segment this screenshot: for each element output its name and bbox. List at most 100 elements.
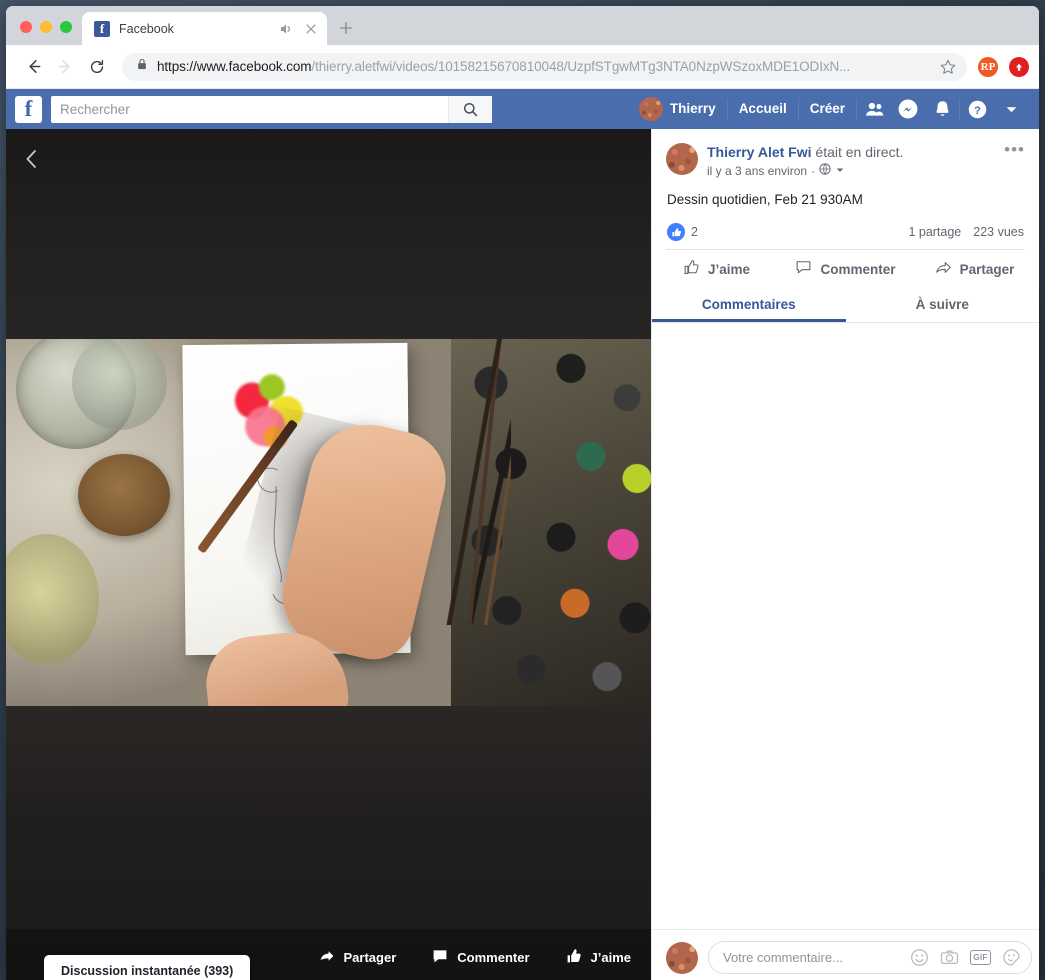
- post-meta: Thierry Alet Fwi était en direct. il y a…: [707, 143, 987, 178]
- address-bar-path: /thierry.aletfwi/videos/1015821567081004…: [311, 59, 851, 74]
- post-action-row: J’aime Commenter Partager: [652, 250, 1039, 288]
- post-subline: il y a 3 ans environ ·: [707, 163, 987, 178]
- ellipsis-icon[interactable]: •••: [996, 141, 1025, 178]
- tab-commentaires[interactable]: Commentaires: [652, 288, 846, 322]
- window-close-button[interactable]: [20, 21, 32, 33]
- back-button[interactable]: [18, 52, 48, 82]
- avatar: [638, 97, 663, 121]
- friend-requests-icon[interactable]: [857, 96, 891, 122]
- post-header: Thierry Alet Fwi était en direct. il y a…: [652, 129, 1039, 178]
- post-like-label: J’aime: [707, 261, 751, 277]
- search-input[interactable]: [51, 95, 448, 123]
- post-tabs: Commentaires À suivre: [652, 288, 1039, 323]
- address-bar[interactable]: https://www.facebook.com/thierry.aletfwi…: [122, 52, 967, 81]
- facebook-logo-icon[interactable]: f: [15, 95, 42, 123]
- window-traffic-lights: [6, 21, 82, 45]
- avatar: [666, 941, 698, 974]
- comment-input[interactable]: [723, 950, 899, 965]
- thumbs-up-icon: [566, 948, 582, 967]
- nav-create[interactable]: Créer: [799, 96, 856, 122]
- nav-profile-label: Thierry: [669, 101, 716, 116]
- facebook-f-icon: f: [94, 20, 110, 37]
- sticker-icon[interactable]: [1002, 948, 1021, 967]
- view-count: 223 vues: [973, 225, 1024, 239]
- browser-toolbar: https://www.facebook.com/thierry.aletfwi…: [6, 45, 1039, 89]
- video-comment-button[interactable]: Commenter: [432, 948, 530, 967]
- gif-icon[interactable]: GIF: [970, 950, 991, 965]
- window-minimize-button[interactable]: [40, 21, 52, 33]
- post-engagement: 2 1 partage 223 vues: [652, 209, 1039, 249]
- facebook-navbar: f Thierry Accueil Créer: [6, 89, 1039, 129]
- post-comment-button[interactable]: Commenter: [781, 259, 910, 279]
- new-tab-button[interactable]: [331, 13, 361, 43]
- browser-tab-strip: f Facebook: [6, 6, 1039, 45]
- video-letterbox-top: [6, 129, 651, 339]
- svg-text:?: ?: [974, 104, 981, 116]
- post-like-button[interactable]: J’aime: [652, 259, 781, 279]
- window-zoom-button[interactable]: [60, 21, 72, 33]
- browser-tab[interactable]: f Facebook: [82, 12, 327, 45]
- post-sidebar: Thierry Alet Fwi était en direct. il y a…: [651, 129, 1039, 980]
- post-separator: ·: [811, 163, 816, 178]
- page-content: Partager Commenter J’aime Discussion ins…: [6, 129, 1039, 980]
- post-counts: 1 partage 223 vues: [908, 225, 1024, 239]
- lock-icon: [136, 57, 148, 76]
- forward-button[interactable]: [50, 52, 80, 82]
- post-author[interactable]: Thierry Alet Fwi: [707, 144, 812, 160]
- chat-popup-title: Discussion instantanée (393): [61, 964, 234, 978]
- facebook-search[interactable]: [51, 95, 492, 123]
- post-timestamp[interactable]: il y a 3 ans environ: [707, 164, 807, 178]
- browser-window: f Facebook https://www.facebook.com/thie…: [6, 6, 1039, 980]
- post-byline: Thierry Alet Fwi était en direct.: [707, 143, 987, 161]
- search-icon[interactable]: [448, 95, 492, 123]
- globe-icon: [819, 163, 831, 178]
- share-count[interactable]: 1 partage: [908, 225, 961, 239]
- extension-rp-icon[interactable]: RP: [978, 56, 998, 77]
- comment-bubble-outline-icon: [795, 259, 812, 279]
- video-player[interactable]: Partager Commenter J’aime Discussion ins…: [6, 129, 651, 980]
- browser-tab-title: Facebook: [119, 21, 174, 36]
- facebook-nav-right: Thierry Accueil Créer ?: [628, 96, 1030, 122]
- video-frame: [6, 339, 651, 706]
- post-action-text: était en direct.: [815, 144, 904, 160]
- video-scene: [6, 339, 651, 706]
- nav-profile[interactable]: Thierry: [628, 96, 727, 122]
- camera-icon[interactable]: [940, 948, 959, 967]
- comment-composer: GIF: [652, 929, 1039, 980]
- reaction-count[interactable]: 2: [691, 225, 698, 239]
- notifications-icon[interactable]: [925, 96, 959, 122]
- address-bar-scheme: https://www.facebook.com: [157, 59, 312, 74]
- bookmark-star-icon[interactable]: [939, 58, 957, 76]
- chevron-down-icon[interactable]: [835, 164, 845, 178]
- nav-home[interactable]: Accueil: [728, 96, 798, 122]
- help-icon[interactable]: ?: [960, 96, 994, 122]
- post-share-label: Partager: [959, 261, 1015, 277]
- share-arrow-icon: [319, 948, 335, 967]
- chat-popup[interactable]: Discussion instantanée (393): [44, 955, 250, 980]
- post-message: Dessin quotidien, Feb 21 930AM: [667, 192, 863, 207]
- video-share-label: Partager: [343, 949, 397, 965]
- thumbs-up-outline-icon: [683, 259, 700, 279]
- post-share-button[interactable]: Partager: [910, 259, 1039, 279]
- emoji-icon[interactable]: [910, 948, 929, 967]
- share-arrow-outline-icon: [935, 259, 952, 279]
- avatar[interactable]: [666, 143, 698, 175]
- chevron-left-icon[interactable]: [18, 145, 46, 173]
- video-comment-label: Commenter: [457, 949, 530, 965]
- account-menu-icon[interactable]: [994, 96, 1028, 122]
- desktop-background: f Facebook https://www.facebook.com/thie…: [0, 0, 1045, 980]
- extension-upload-icon[interactable]: [1009, 56, 1029, 77]
- video-share-button[interactable]: Partager: [319, 948, 397, 967]
- messenger-icon[interactable]: [891, 96, 925, 122]
- tab-a-suivre[interactable]: À suivre: [846, 288, 1040, 322]
- video-like-button[interactable]: J’aime: [566, 948, 631, 967]
- close-icon[interactable]: [303, 21, 319, 37]
- comment-bubble-icon: [432, 948, 448, 967]
- reload-button[interactable]: [82, 52, 112, 82]
- comments-list: [652, 323, 1039, 929]
- speaker-icon[interactable]: [278, 21, 294, 37]
- post-comment-label: Commenter: [820, 261, 896, 277]
- like-thumb-icon: [667, 223, 685, 241]
- video-like-label: J’aime: [590, 949, 631, 965]
- comment-input-wrapper[interactable]: GIF: [708, 941, 1032, 974]
